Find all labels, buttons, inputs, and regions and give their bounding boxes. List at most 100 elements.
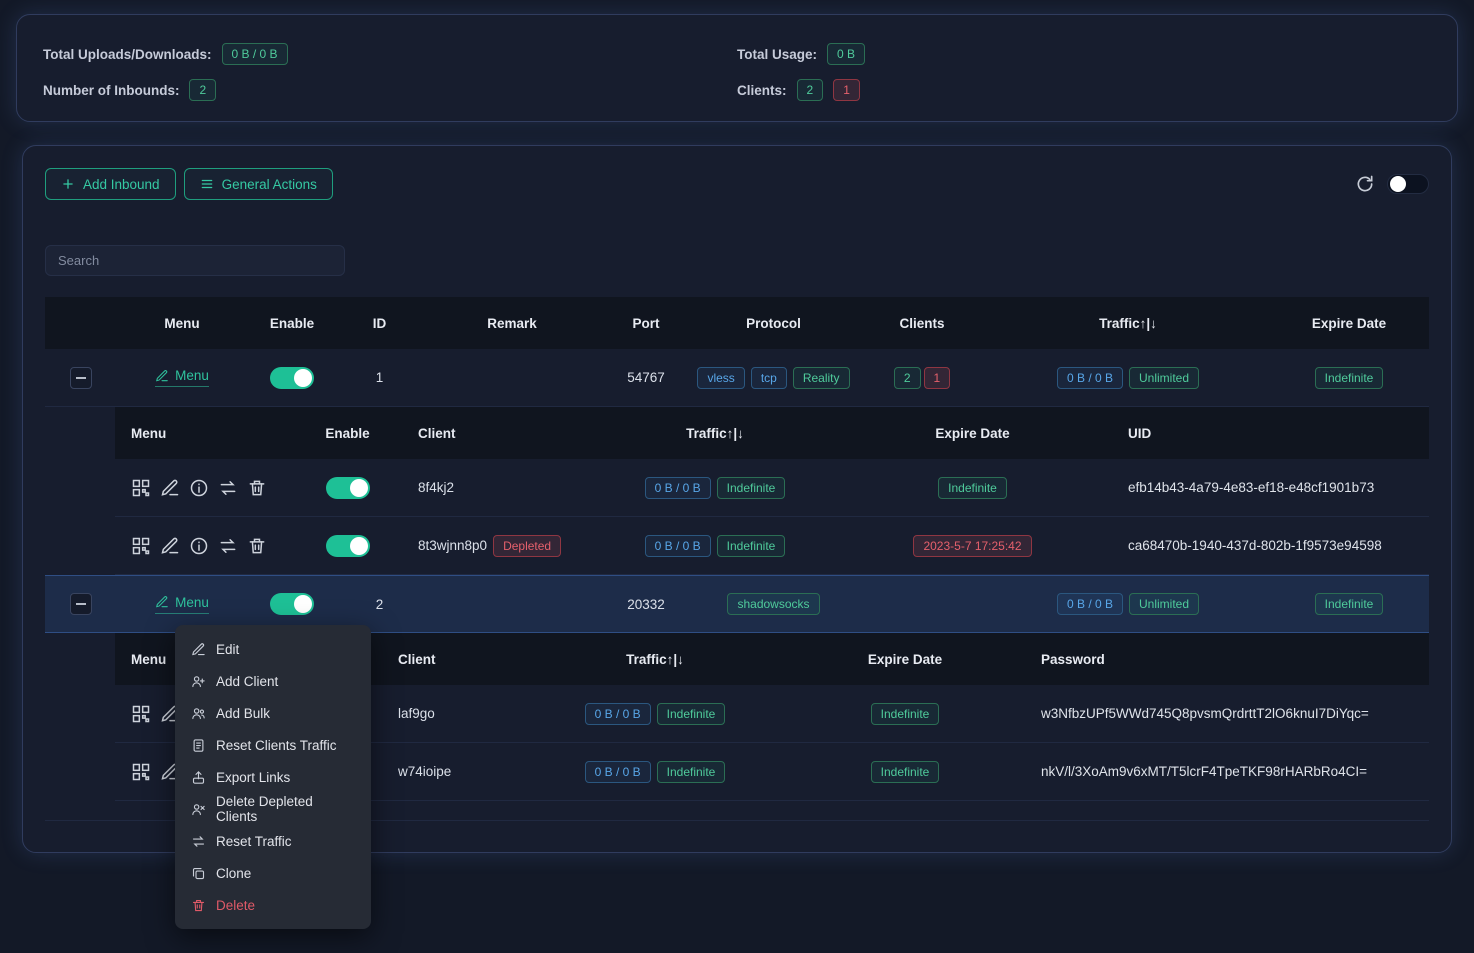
col-menu: Menu bbox=[117, 316, 247, 331]
add-client-icon bbox=[191, 674, 206, 689]
context-menu-item-delete[interactable]: Delete bbox=[175, 889, 371, 921]
qr-code-icon[interactable] bbox=[131, 704, 151, 724]
reset-traffic-icon bbox=[191, 834, 206, 849]
stat-number-of-inbounds: Number of Inbounds: 2 bbox=[43, 79, 737, 101]
stats-panel: Total Uploads/Downloads: 0 B / 0 B Total… bbox=[16, 14, 1458, 122]
col-remark: Remark bbox=[422, 316, 602, 331]
qr-code-icon[interactable] bbox=[131, 478, 151, 498]
delete-depleted-clients-icon bbox=[191, 802, 206, 817]
edit-icon[interactable] bbox=[160, 478, 180, 498]
edit-icon bbox=[155, 595, 169, 609]
traffic-cell: 0 B / 0 B Indefinite bbox=[520, 703, 790, 725]
col-traffic: Traffic↑|↓ bbox=[575, 426, 855, 441]
traffic-badge: 0 B / 0 B bbox=[1057, 593, 1123, 615]
traffic-badge: 0 B / 0 B bbox=[585, 761, 651, 783]
expire-badge: Indefinite bbox=[938, 477, 1007, 499]
collapse-button[interactable] bbox=[70, 367, 92, 389]
collapse-button[interactable] bbox=[70, 593, 92, 615]
qr-code-icon[interactable] bbox=[131, 536, 151, 556]
col-expire-date: Expire Date bbox=[1269, 316, 1429, 331]
info-icon[interactable] bbox=[189, 478, 209, 498]
toggle-knob bbox=[294, 595, 312, 613]
clients-online-badge: 2 bbox=[894, 367, 921, 389]
context-menu-item-clone[interactable]: Clone bbox=[175, 857, 371, 889]
search-input[interactable] bbox=[45, 245, 345, 276]
expire-badge: Indefinite bbox=[1315, 367, 1384, 389]
trash-icon[interactable] bbox=[247, 478, 267, 498]
trash-icon bbox=[191, 898, 206, 913]
id-cell: 1 bbox=[337, 370, 422, 385]
menu-item-label: Clone bbox=[216, 866, 251, 881]
context-menu-item-delete-depleted-clients[interactable]: Delete Depleted Clients bbox=[175, 793, 371, 825]
inbounds-table-header: Menu Enable ID Remark Port Protocol Clie… bbox=[45, 297, 1429, 349]
stat-label: Number of Inbounds: bbox=[43, 83, 179, 98]
reset-traffic-icon[interactable] bbox=[218, 536, 238, 556]
add-bulk-icon bbox=[191, 706, 206, 721]
trash-icon[interactable] bbox=[247, 536, 267, 556]
protocol-badge: Reality bbox=[793, 367, 850, 389]
context-menu-item-export-links[interactable]: Export Links bbox=[175, 761, 371, 793]
client-row: 8t3wjnn8p0 Depleted 0 B / 0 B Indefinite… bbox=[115, 517, 1429, 575]
traffic-cell: 0 B / 0 B Unlimited bbox=[987, 593, 1269, 615]
inbounds-count-badge: 2 bbox=[189, 79, 216, 101]
port-cell: 54767 bbox=[602, 370, 690, 385]
qr-code-icon[interactable] bbox=[131, 762, 151, 782]
refresh-icon[interactable] bbox=[1355, 174, 1375, 194]
total-usage-badge: 0 B bbox=[827, 43, 865, 65]
col-password: Password bbox=[1020, 652, 1429, 667]
menu-item-label: Delete Depleted Clients bbox=[216, 794, 355, 824]
traffic-cell: 0 B / 0 B Unlimited bbox=[987, 367, 1269, 389]
info-icon[interactable] bbox=[189, 536, 209, 556]
uploads-downloads-badge: 0 B / 0 B bbox=[222, 43, 288, 65]
id-cell: 2 bbox=[337, 597, 422, 612]
traffic-limit-badge: Unlimited bbox=[1129, 593, 1199, 615]
inbound-menu-button[interactable]: Menu bbox=[155, 595, 209, 614]
protocol-badge: tcp bbox=[751, 367, 787, 389]
col-traffic: Traffic↑|↓ bbox=[520, 652, 790, 667]
expand-cell bbox=[45, 593, 117, 615]
col-client: Client bbox=[390, 652, 520, 667]
traffic-badge: 0 B / 0 B bbox=[645, 535, 711, 557]
inbound-menu-label: Menu bbox=[175, 368, 209, 383]
add-inbound-button[interactable]: Add Inbound bbox=[45, 168, 176, 200]
enable-toggle[interactable] bbox=[326, 535, 370, 557]
client-actions bbox=[115, 478, 305, 498]
enable-toggle[interactable] bbox=[270, 367, 314, 389]
context-menu-item-reset-clients-traffic[interactable]: Reset Clients Traffic bbox=[175, 729, 371, 761]
protocol-cell: vless tcp Reality bbox=[690, 367, 857, 389]
enable-cell bbox=[305, 535, 390, 557]
expire-cell: 2023-5-7 17:25:42 bbox=[855, 535, 1090, 557]
reset-traffic-icon[interactable] bbox=[218, 478, 238, 498]
context-menu-item-edit[interactable]: Edit bbox=[175, 633, 371, 665]
toolbar: Add Inbound General Actions bbox=[45, 168, 1429, 200]
context-menu-item-reset-traffic[interactable]: Reset Traffic bbox=[175, 825, 371, 857]
theme-toggle[interactable] bbox=[1387, 174, 1429, 194]
context-menu-item-add-bulk[interactable]: Add Bulk bbox=[175, 697, 371, 729]
inbound-menu-button[interactable]: Menu bbox=[155, 368, 209, 387]
expire-cell: Indefinite bbox=[855, 477, 1090, 499]
uid-value: efb14b43-4a79-4e83-ef18-e48cf1901b73 bbox=[1090, 480, 1429, 495]
stat-total-usage: Total Usage: 0 B bbox=[737, 43, 1431, 65]
protocol-badge: vless bbox=[697, 367, 744, 389]
uid-value: ca68470b-1940-437d-802b-1f9573e94598 bbox=[1090, 538, 1429, 553]
enable-toggle[interactable] bbox=[270, 593, 314, 615]
enable-toggle[interactable] bbox=[326, 477, 370, 499]
edit-icon[interactable] bbox=[160, 536, 180, 556]
client-name: laf9go bbox=[390, 706, 520, 721]
plus-icon bbox=[61, 177, 75, 191]
context-menu-item-add-client[interactable]: Add Client bbox=[175, 665, 371, 697]
clients-depleted-badge: 1 bbox=[924, 367, 951, 389]
general-actions-button[interactable]: General Actions bbox=[184, 168, 333, 200]
stat-total-uploads-downloads: Total Uploads/Downloads: 0 B / 0 B bbox=[43, 43, 737, 65]
col-menu: Menu bbox=[115, 426, 305, 441]
menu-item-label: Export Links bbox=[216, 770, 290, 785]
inbound-menu-label: Menu bbox=[175, 595, 209, 610]
enable-cell bbox=[247, 593, 337, 615]
toggle-knob bbox=[350, 479, 368, 497]
col-enable: Enable bbox=[305, 426, 390, 441]
traffic-limit-badge: Indefinite bbox=[717, 477, 786, 499]
expand-cell bbox=[45, 367, 117, 389]
expire-badge: Indefinite bbox=[871, 761, 940, 783]
inbound-context-menu: Edit Add Client Add Bulk Reset Clients T… bbox=[175, 625, 371, 929]
clients-cell: 2 1 bbox=[857, 367, 987, 389]
